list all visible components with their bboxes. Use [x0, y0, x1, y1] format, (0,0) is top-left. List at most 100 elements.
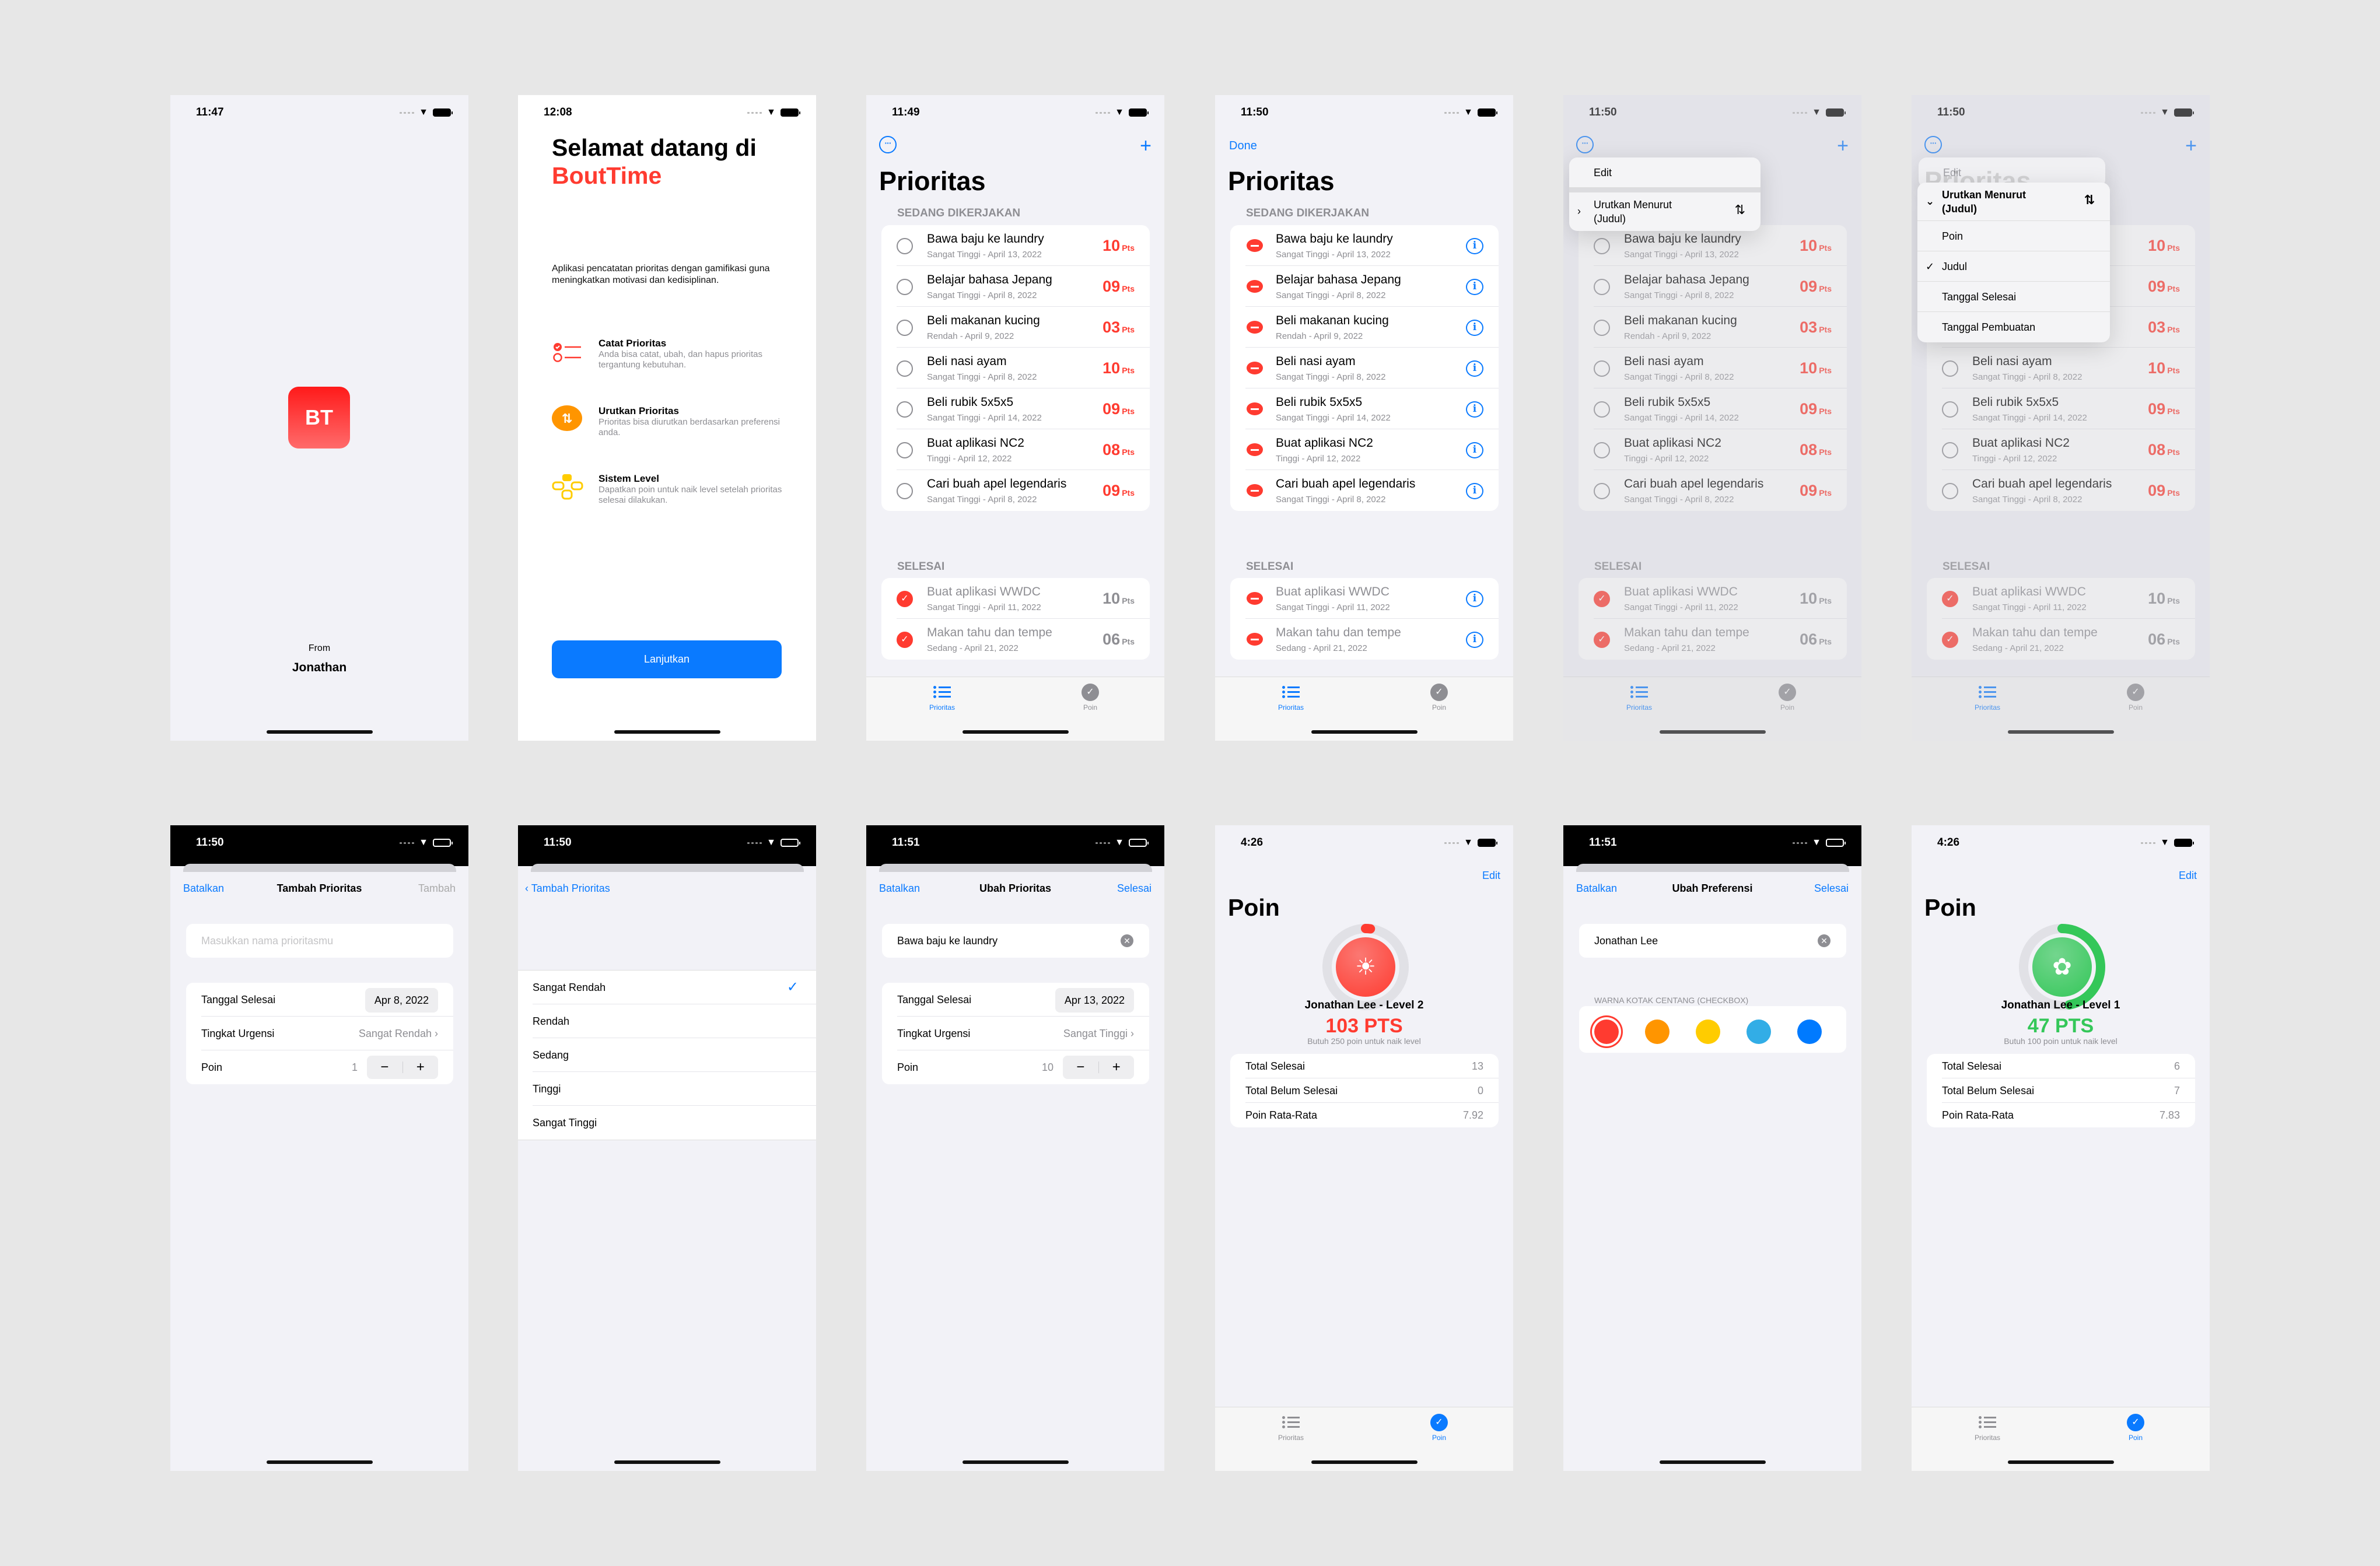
checkbox-checked-icon[interactable]: ✓: [897, 591, 913, 607]
checkmark-seal-icon: ✓: [1430, 684, 1448, 701]
info-icon[interactable]: i: [1466, 360, 1483, 377]
delete-icon[interactable]: [1247, 239, 1263, 252]
clear-icon[interactable]: ✕: [1818, 934, 1831, 947]
color-swatch[interactable]: [1797, 1020, 1822, 1044]
list-item[interactable]: Beli makanan kucing Rendah - April 9, 202…: [1245, 307, 1499, 348]
list-item[interactable]: Beli nasi ayam Sangat Tinggi - April 8, 2…: [1245, 348, 1499, 388]
list-item[interactable]: Cari buah apel legendaris Sangat Tinggi -…: [897, 470, 1150, 511]
done-button[interactable]: Selesai: [1117, 882, 1152, 895]
checkbox-icon[interactable]: [897, 442, 913, 458]
priority-name-input[interactable]: Bawa baju ke laundry ✕: [882, 924, 1149, 958]
urgency-row[interactable]: Tingkat Urgensi Sangat Rendah ›: [201, 1017, 453, 1050]
sort-option[interactable]: Tanggal Pembuatan: [1917, 312, 2110, 342]
checkbox-icon[interactable]: [897, 320, 913, 336]
urgency-option[interactable]: Tinggi: [533, 1072, 816, 1106]
username-input[interactable]: Jonathan Lee ✕: [1579, 924, 1846, 958]
points-stepper[interactable]: − +: [1063, 1056, 1134, 1079]
edit-button[interactable]: Edit: [1482, 870, 1500, 882]
checkbox-icon[interactable]: [897, 279, 913, 295]
list-item[interactable]: Beli makanan kucing Rendah - April 9, 202…: [897, 307, 1150, 348]
sort-option[interactable]: Poin: [1917, 221, 2110, 251]
list-item[interactable]: Belajar bahasa Jepang Sangat Tinggi - Apr…: [897, 266, 1150, 307]
delete-icon[interactable]: [1247, 321, 1263, 334]
info-icon[interactable]: i: [1466, 442, 1483, 458]
urgency-option[interactable]: Rendah: [533, 1004, 816, 1038]
delete-icon[interactable]: [1247, 484, 1263, 497]
add-button[interactable]: Tambah: [418, 882, 456, 895]
points-stepper[interactable]: − +: [367, 1056, 438, 1079]
tab-prioritas[interactable]: Prioritas: [1952, 1412, 2022, 1442]
tab-prioritas[interactable]: Prioritas: [1256, 1412, 1326, 1442]
clear-icon[interactable]: ✕: [1121, 934, 1133, 947]
list-item[interactable]: Beli rubik 5x5x5 Sangat Tinggi - April 14…: [1245, 388, 1499, 429]
info-icon[interactable]: i: [1466, 279, 1483, 295]
list-item[interactable]: Beli rubik 5x5x5 Sangat Tinggi - April 14…: [897, 388, 1150, 429]
checkbox-icon[interactable]: [897, 483, 913, 499]
minus-icon[interactable]: −: [367, 1056, 402, 1079]
checkbox-icon[interactable]: [897, 401, 913, 418]
checkbox-icon[interactable]: [897, 238, 913, 254]
menu-item-edit[interactable]: Edit: [1569, 157, 1760, 188]
priority-name-input[interactable]: Masukkan nama prioritasmu: [186, 924, 453, 958]
page-title: Prioritas: [1228, 166, 1335, 196]
delete-icon[interactable]: [1247, 633, 1263, 646]
sort-option[interactable]: ✓ Judul: [1917, 251, 2110, 282]
tab-poin[interactable]: ✓ Poin: [2101, 1412, 2171, 1442]
color-swatch[interactable]: [1594, 1020, 1619, 1044]
info-icon[interactable]: i: [1466, 401, 1483, 418]
menu-item-sort[interactable]: ⌄ Urutkan Menurut (Judul) ⇅: [1917, 183, 2110, 221]
plus-icon[interactable]: +: [403, 1056, 439, 1079]
color-swatch[interactable]: [1746, 1020, 1771, 1044]
color-swatch[interactable]: [1696, 1020, 1720, 1044]
color-swatch[interactable]: [1645, 1020, 1670, 1044]
list-item[interactable]: Bawa baju ke laundry Sangat Tinggi - Apri…: [897, 225, 1150, 266]
edit-button[interactable]: Edit: [2179, 870, 2197, 882]
tab-prioritas[interactable]: Prioritas: [907, 682, 977, 712]
list-item[interactable]: Belajar bahasa Jepang Sangat Tinggi - Apr…: [1245, 266, 1499, 307]
urgency-option[interactable]: Sangat Tinggi: [533, 1106, 816, 1140]
item-subtitle: Sangat Tinggi - April 11, 2022: [927, 602, 1041, 612]
info-icon[interactable]: i: [1466, 320, 1483, 336]
urgency-option[interactable]: Sedang: [533, 1038, 816, 1072]
list-item[interactable]: Beli nasi ayam Sangat Tinggi - April 8, 2…: [897, 348, 1150, 388]
continue-button[interactable]: Lanjutkan: [552, 640, 782, 678]
delete-icon[interactable]: [1247, 443, 1263, 456]
info-icon[interactable]: i: [1466, 632, 1483, 648]
delete-icon[interactable]: [1247, 592, 1263, 605]
home-indicator: [1311, 730, 1418, 734]
list-item[interactable]: ✓ Makan tahu dan tempe Sedang - April 21, …: [897, 619, 1150, 660]
tab-poin[interactable]: ✓ Poin: [1404, 1412, 1474, 1442]
done-button[interactable]: Selesai: [1814, 882, 1849, 895]
date-picker[interactable]: Apr 13, 2022: [1055, 988, 1134, 1013]
info-icon[interactable]: i: [1466, 483, 1483, 499]
list-item[interactable]: Buat aplikasi WWDC Sangat Tinggi - April …: [1245, 578, 1499, 619]
checkbox-icon[interactable]: [897, 360, 913, 377]
more-icon[interactable]: ···: [879, 136, 897, 153]
checkbox-checked-icon[interactable]: ✓: [897, 632, 913, 648]
tab-prioritas[interactable]: Prioritas: [1256, 682, 1326, 712]
back-button[interactable]: ‹ Tambah Prioritas: [525, 882, 610, 895]
list-item[interactable]: Bawa baju ke laundry Sangat Tinggi - Apri…: [1245, 225, 1499, 266]
tab-poin[interactable]: ✓ Poin: [1055, 682, 1125, 712]
list-item[interactable]: Cari buah apel legendaris Sangat Tinggi -…: [1245, 470, 1499, 511]
add-icon[interactable]: +: [1140, 136, 1152, 156]
urgency-row[interactable]: Tingkat Urgensi Sangat Tinggi ›: [897, 1017, 1149, 1050]
status-bar: 11:50 ▼: [1215, 95, 1513, 130]
delete-icon[interactable]: [1247, 362, 1263, 374]
tab-poin[interactable]: ✓ Poin: [1404, 682, 1474, 712]
minus-icon[interactable]: −: [1063, 1056, 1098, 1079]
list-item[interactable]: Makan tahu dan tempe Sedang - April 21, 2…: [1245, 619, 1499, 660]
urgency-option[interactable]: Sangat Rendah ✓: [533, 971, 816, 1004]
sort-option[interactable]: Tanggal Selesai: [1917, 282, 2110, 312]
menu-item-sort[interactable]: › Urutkan Menurut (Judul) ⇅: [1569, 192, 1760, 231]
info-icon[interactable]: i: [1466, 238, 1483, 254]
done-button[interactable]: Done: [1229, 139, 1257, 153]
delete-icon[interactable]: [1247, 402, 1263, 415]
plus-icon[interactable]: +: [1099, 1056, 1135, 1079]
list-item[interactable]: ✓ Buat aplikasi WWDC Sangat Tinggi - April…: [897, 578, 1150, 619]
delete-icon[interactable]: [1247, 280, 1263, 293]
list-item[interactable]: Buat aplikasi NC2 Tinggi - April 12, 2022…: [897, 429, 1150, 470]
list-item[interactable]: Buat aplikasi NC2 Tinggi - April 12, 2022…: [1245, 429, 1499, 470]
date-picker[interactable]: Apr 8, 2022: [365, 988, 438, 1013]
info-icon[interactable]: i: [1466, 591, 1483, 607]
